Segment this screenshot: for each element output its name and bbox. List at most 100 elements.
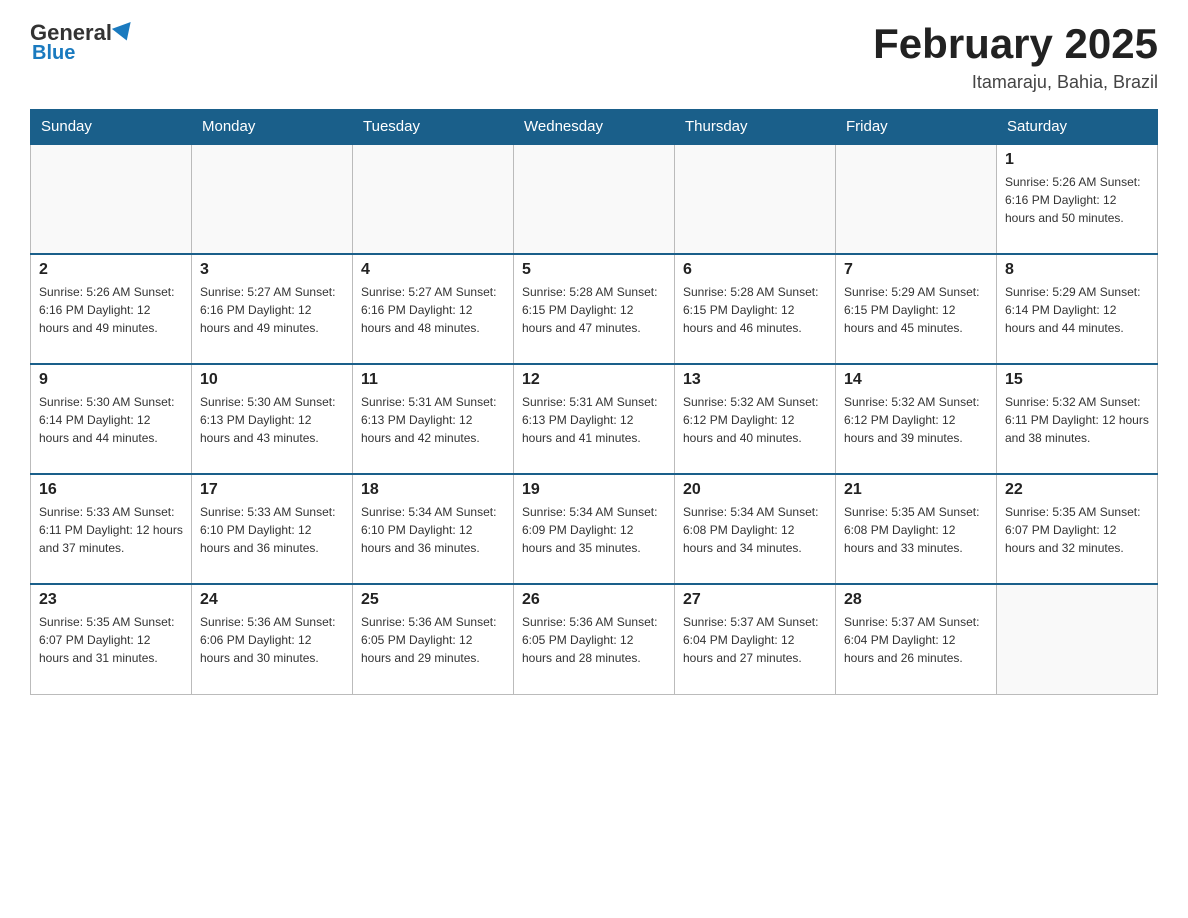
- day-number: 27: [683, 591, 827, 609]
- calendar-cell: 5 Sunrise: 5:28 AM Sunset: 6:15 PM Daylig…: [514, 254, 675, 364]
- logo: General Blue: [30, 20, 134, 65]
- day-info: Sunrise: 5:30 AM Sunset: 6:14 PM Dayligh…: [39, 393, 183, 447]
- day-info: Sunrise: 5:26 AM Sunset: 6:16 PM Dayligh…: [39, 283, 183, 337]
- calendar-cell: [836, 144, 997, 254]
- calendar-cell: [514, 144, 675, 254]
- day-info: Sunrise: 5:35 AM Sunset: 6:07 PM Dayligh…: [39, 613, 183, 667]
- day-number: 18: [361, 481, 505, 499]
- day-number: 25: [361, 591, 505, 609]
- calendar-table: SundayMondayTuesdayWednesdayThursdayFrid…: [30, 109, 1158, 695]
- day-info: Sunrise: 5:27 AM Sunset: 6:16 PM Dayligh…: [361, 283, 505, 337]
- calendar-header-tuesday: Tuesday: [353, 110, 514, 145]
- day-info: Sunrise: 5:28 AM Sunset: 6:15 PM Dayligh…: [522, 283, 666, 337]
- calendar-week-row: 1Sunrise: 5:26 AM Sunset: 6:16 PM Daylig…: [31, 144, 1158, 254]
- calendar-header-monday: Monday: [192, 110, 353, 145]
- day-number: 4: [361, 261, 505, 279]
- calendar-cell: 15 Sunrise: 5:32 AM Sunset: 6:11 PM Dayli…: [997, 364, 1158, 474]
- day-number: 22: [1005, 481, 1149, 499]
- calendar-cell: [192, 144, 353, 254]
- calendar-cell: 2 Sunrise: 5:26 AM Sunset: 6:16 PM Daylig…: [31, 254, 192, 364]
- calendar-cell: 26 Sunrise: 5:36 AM Sunset: 6:05 PM Dayli…: [514, 584, 675, 694]
- calendar-cell: 4 Sunrise: 5:27 AM Sunset: 6:16 PM Daylig…: [353, 254, 514, 364]
- calendar-header-saturday: Saturday: [997, 110, 1158, 145]
- calendar-cell: 18 Sunrise: 5:34 AM Sunset: 6:10 PM Dayli…: [353, 474, 514, 584]
- calendar-cell: 8 Sunrise: 5:29 AM Sunset: 6:14 PM Daylig…: [997, 254, 1158, 364]
- calendar-cell: 7 Sunrise: 5:29 AM Sunset: 6:15 PM Daylig…: [836, 254, 997, 364]
- day-number: 9: [39, 371, 183, 389]
- day-number: 8: [1005, 261, 1149, 279]
- day-number: 15: [1005, 371, 1149, 389]
- calendar-cell: 25 Sunrise: 5:36 AM Sunset: 6:05 PM Dayli…: [353, 584, 514, 694]
- calendar-cell: 16Sunrise: 5:33 AM Sunset: 6:11 PM Dayli…: [31, 474, 192, 584]
- day-info: Sunrise: 5:26 AM Sunset: 6:16 PM Dayligh…: [1005, 173, 1149, 227]
- day-info: Sunrise: 5:32 AM Sunset: 6:12 PM Dayligh…: [683, 393, 827, 447]
- day-info: Sunrise: 5:37 AM Sunset: 6:04 PM Dayligh…: [683, 613, 827, 667]
- calendar-header-row: SundayMondayTuesdayWednesdayThursdayFrid…: [31, 110, 1158, 145]
- calendar-cell: 19 Sunrise: 5:34 AM Sunset: 6:09 PM Dayli…: [514, 474, 675, 584]
- calendar-cell: [997, 584, 1158, 694]
- title-section: February 2025 Itamaraju, Bahia, Brazil: [873, 20, 1158, 93]
- day-info: Sunrise: 5:33 AM Sunset: 6:10 PM Dayligh…: [200, 503, 344, 557]
- calendar-cell: 22 Sunrise: 5:35 AM Sunset: 6:07 PM Dayli…: [997, 474, 1158, 584]
- calendar-cell: 9 Sunrise: 5:30 AM Sunset: 6:14 PM Daylig…: [31, 364, 192, 474]
- calendar-cell: 24 Sunrise: 5:36 AM Sunset: 6:06 PM Dayli…: [192, 584, 353, 694]
- day-number: 7: [844, 261, 988, 279]
- day-info: Sunrise: 5:34 AM Sunset: 6:10 PM Dayligh…: [361, 503, 505, 557]
- day-number: 5: [522, 261, 666, 279]
- day-info: Sunrise: 5:36 AM Sunset: 6:05 PM Dayligh…: [522, 613, 666, 667]
- day-info: Sunrise: 5:35 AM Sunset: 6:07 PM Dayligh…: [1005, 503, 1149, 557]
- calendar-cell: 3 Sunrise: 5:27 AM Sunset: 6:16 PM Daylig…: [192, 254, 353, 364]
- day-number: 23: [39, 591, 183, 609]
- calendar-week-row: 9 Sunrise: 5:30 AM Sunset: 6:14 PM Daylig…: [31, 364, 1158, 474]
- calendar-cell: 13 Sunrise: 5:32 AM Sunset: 6:12 PM Dayli…: [675, 364, 836, 474]
- day-info: Sunrise: 5:27 AM Sunset: 6:16 PM Dayligh…: [200, 283, 344, 337]
- calendar-header-sunday: Sunday: [31, 110, 192, 145]
- day-info: Sunrise: 5:30 AM Sunset: 6:13 PM Dayligh…: [200, 393, 344, 447]
- calendar-cell: 12Sunrise: 5:31 AM Sunset: 6:13 PM Dayli…: [514, 364, 675, 474]
- calendar-cell: 28Sunrise: 5:37 AM Sunset: 6:04 PM Dayli…: [836, 584, 997, 694]
- calendar-cell: [675, 144, 836, 254]
- day-number: 21: [844, 481, 988, 499]
- day-info: Sunrise: 5:28 AM Sunset: 6:15 PM Dayligh…: [683, 283, 827, 337]
- day-info: Sunrise: 5:31 AM Sunset: 6:13 PM Dayligh…: [361, 393, 505, 447]
- calendar-cell: 21Sunrise: 5:35 AM Sunset: 6:08 PM Dayli…: [836, 474, 997, 584]
- calendar-cell: 10 Sunrise: 5:30 AM Sunset: 6:13 PM Dayli…: [192, 364, 353, 474]
- day-info: Sunrise: 5:34 AM Sunset: 6:09 PM Dayligh…: [522, 503, 666, 557]
- month-title: February 2025: [873, 20, 1158, 68]
- day-info: Sunrise: 5:36 AM Sunset: 6:06 PM Dayligh…: [200, 613, 344, 667]
- logo-blue: Blue: [32, 42, 75, 65]
- day-number: 6: [683, 261, 827, 279]
- calendar-week-row: 23 Sunrise: 5:35 AM Sunset: 6:07 PM Dayli…: [31, 584, 1158, 694]
- day-number: 14: [844, 371, 988, 389]
- day-info: Sunrise: 5:29 AM Sunset: 6:14 PM Dayligh…: [1005, 283, 1149, 337]
- calendar-cell: 1Sunrise: 5:26 AM Sunset: 6:16 PM Daylig…: [997, 144, 1158, 254]
- day-number: 16: [39, 481, 183, 499]
- day-number: 2: [39, 261, 183, 279]
- day-number: 12: [522, 371, 666, 389]
- day-number: 20: [683, 481, 827, 499]
- calendar-week-row: 16Sunrise: 5:33 AM Sunset: 6:11 PM Dayli…: [31, 474, 1158, 584]
- logo-triangle-icon: [112, 22, 136, 44]
- day-number: 24: [200, 591, 344, 609]
- day-number: 10: [200, 371, 344, 389]
- day-number: 19: [522, 481, 666, 499]
- day-number: 13: [683, 371, 827, 389]
- day-number: 11: [361, 371, 505, 389]
- calendar-header-thursday: Thursday: [675, 110, 836, 145]
- calendar-cell: 11 Sunrise: 5:31 AM Sunset: 6:13 PM Dayli…: [353, 364, 514, 474]
- calendar-cell: 6 Sunrise: 5:28 AM Sunset: 6:15 PM Daylig…: [675, 254, 836, 364]
- day-number: 28: [844, 591, 988, 609]
- calendar-cell: [31, 144, 192, 254]
- calendar-week-row: 2 Sunrise: 5:26 AM Sunset: 6:16 PM Daylig…: [31, 254, 1158, 364]
- day-number: 3: [200, 261, 344, 279]
- calendar-cell: 14Sunrise: 5:32 AM Sunset: 6:12 PM Dayli…: [836, 364, 997, 474]
- day-info: Sunrise: 5:34 AM Sunset: 6:08 PM Dayligh…: [683, 503, 827, 557]
- day-info: Sunrise: 5:36 AM Sunset: 6:05 PM Dayligh…: [361, 613, 505, 667]
- calendar-cell: 17Sunrise: 5:33 AM Sunset: 6:10 PM Dayli…: [192, 474, 353, 584]
- day-info: Sunrise: 5:29 AM Sunset: 6:15 PM Dayligh…: [844, 283, 988, 337]
- calendar-cell: 20 Sunrise: 5:34 AM Sunset: 6:08 PM Dayli…: [675, 474, 836, 584]
- calendar-cell: 23 Sunrise: 5:35 AM Sunset: 6:07 PM Dayli…: [31, 584, 192, 694]
- day-info: Sunrise: 5:32 AM Sunset: 6:11 PM Dayligh…: [1005, 393, 1149, 447]
- calendar-cell: 27 Sunrise: 5:37 AM Sunset: 6:04 PM Dayli…: [675, 584, 836, 694]
- day-number: 26: [522, 591, 666, 609]
